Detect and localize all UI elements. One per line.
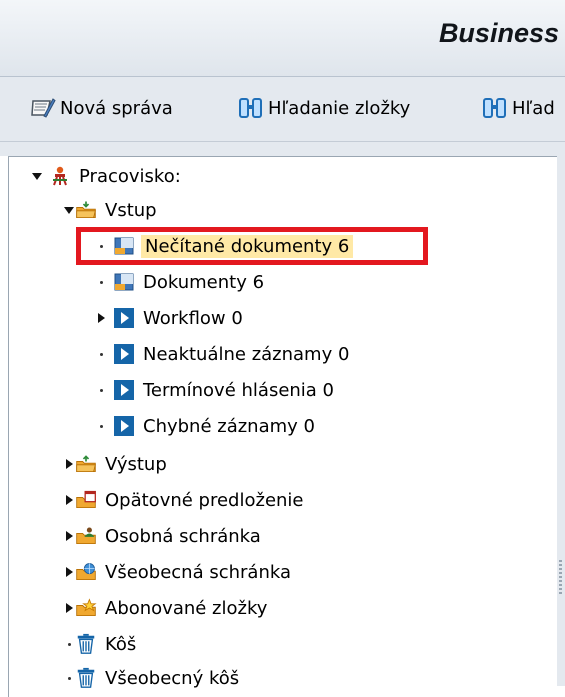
leaf-bullet-icon: [95, 267, 107, 297]
tree-label: Všeobecná schránka: [105, 561, 291, 583]
tree-node-personal-box[interactable]: Osobná schránka: [63, 521, 263, 551]
leaf-bullet-icon: [63, 663, 75, 693]
search-button[interactable]: Hľad: [482, 92, 555, 124]
leaf-bullet-icon: [95, 339, 107, 369]
shared-folder-icon: [75, 561, 97, 583]
search-label: Hľad: [512, 97, 555, 119]
tree-node-shared-trash[interactable]: Všeobecný kôš: [63, 663, 241, 693]
tree-node-subscribed-folders[interactable]: Abonované zložky: [63, 593, 269, 623]
pane-splitter[interactable]: [557, 156, 565, 686]
tree-label: Osobná schránka: [105, 525, 261, 547]
splitter-grip-icon[interactable]: [559, 560, 562, 596]
collapse-arrow-icon[interactable]: [31, 161, 43, 191]
leaf-bullet-icon: [95, 411, 107, 441]
tree-label: Termínové hlásenia 0: [143, 379, 335, 401]
workplace-icon: [49, 165, 71, 187]
personal-folder-icon: [75, 525, 97, 547]
tree-node-resubmission[interactable]: Opätovné predloženie: [63, 485, 306, 515]
trash-icon: [75, 633, 97, 655]
expand-arrow-icon[interactable]: [63, 593, 75, 623]
title-bar: Business: [0, 0, 565, 77]
tree-label: Pracovisko:: [79, 165, 181, 187]
tree-label: Výstup: [105, 453, 167, 475]
tree-label: Dokumenty 6: [143, 271, 265, 293]
tree-label: Všeobecný kôš: [105, 667, 240, 689]
tree-item-deadline-notices[interactable]: Termínové hlásenia 0: [95, 375, 336, 405]
play-icon: [113, 415, 135, 437]
leaf-bullet-icon: [95, 231, 107, 261]
tree-label: Abonované zložky: [105, 597, 268, 619]
folder-tree: Pracovisko: Vstup Nečítané dokumenty 6 D…: [8, 156, 558, 697]
expand-arrow-icon[interactable]: [63, 449, 75, 479]
play-icon: [113, 343, 135, 365]
play-icon: [113, 307, 135, 329]
tree-label: Chybné záznamy 0: [143, 415, 315, 437]
tree-item-documents[interactable]: Dokumenty 6: [95, 267, 266, 297]
leaf-bullet-icon: [63, 629, 75, 659]
tree-label: Workflow 0: [143, 307, 243, 329]
new-message-icon: [30, 96, 56, 120]
search-folder-label: Hľadanie zložky: [268, 97, 411, 119]
document-icon: [113, 271, 135, 293]
tree-node-inbox[interactable]: Vstup: [63, 195, 159, 225]
search-folder-button[interactable]: Hľadanie zložky: [238, 92, 410, 124]
play-icon: [113, 379, 135, 401]
tree-node-shared-box[interactable]: Všeobecná schránka: [63, 557, 293, 587]
tree-item-unread-documents[interactable]: Nečítané dokumenty 6: [95, 231, 354, 261]
star-folder-icon: [75, 597, 97, 619]
tree-label: Kôš: [105, 633, 137, 655]
toolbar-spacer: [0, 142, 565, 156]
new-message-label: Nová správa: [60, 97, 173, 119]
tree-label: Opätovné predloženie: [105, 489, 304, 511]
collapse-arrow-icon[interactable]: [63, 195, 75, 225]
tree-item-outdated-records[interactable]: Neaktuálne záznamy 0: [95, 339, 351, 369]
inbox-folder-icon: [75, 199, 97, 221]
expand-arrow-icon[interactable]: [63, 521, 75, 551]
tree-node-workplace[interactable]: Pracovisko:: [31, 161, 183, 191]
tree-label: Nečítané dokumenty 6: [141, 234, 354, 258]
new-message-button[interactable]: Nová správa: [30, 92, 173, 124]
expand-arrow-icon[interactable]: [63, 485, 75, 515]
leaf-bullet-icon: [95, 375, 107, 405]
toolbar: Nová správa Hľadanie zložky Hľad: [0, 77, 565, 142]
binoculars-icon: [482, 96, 508, 120]
tree-node-outbox[interactable]: Výstup: [63, 449, 169, 479]
expand-arrow-icon[interactable]: [95, 303, 107, 333]
tree-item-error-records[interactable]: Chybné záznamy 0: [95, 411, 317, 441]
expand-arrow-icon[interactable]: [63, 557, 75, 587]
binoculars-icon: [238, 96, 264, 120]
tree-item-workflow[interactable]: Workflow 0: [95, 303, 245, 333]
window-title: Business: [438, 18, 559, 48]
tree-label: Vstup: [105, 199, 157, 221]
tree-node-trash[interactable]: Kôš: [63, 629, 138, 659]
document-icon: [113, 235, 135, 257]
outbox-folder-icon: [75, 453, 97, 475]
tree-label: Neaktuálne záznamy 0: [143, 343, 350, 365]
calendar-folder-icon: [75, 489, 97, 511]
